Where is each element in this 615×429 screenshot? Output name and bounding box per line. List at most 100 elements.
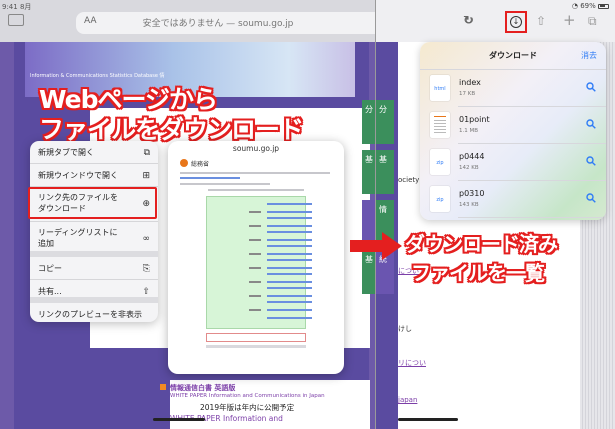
- downloads-header: ダウンロード 消去: [420, 42, 606, 70]
- preview-url: soumu.go.jp: [232, 144, 280, 153]
- link-context-menu: 新規タブで開く ⧉ 新規ウインドウで開く ⊞ リンク先のファイルを ダウンロード…: [30, 141, 158, 322]
- file-ext: html: [434, 86, 446, 92]
- status-time: 9:41 8月: [2, 3, 32, 11]
- pdf-line: [434, 116, 446, 117]
- new-tab-plus-icon[interactable]: +: [563, 11, 576, 29]
- side-tab[interactable]: 基: [362, 150, 376, 194]
- webpage-side-tabs: 分 基 情 統: [376, 100, 394, 294]
- file-name: p0310: [459, 189, 485, 198]
- preview-row: [267, 287, 312, 289]
- menu-item-label: 追加: [38, 239, 54, 248]
- download-item[interactable]: zip p0444 142 KB: [420, 144, 606, 181]
- menu-item-share[interactable]: 共有... ⇧: [30, 280, 158, 303]
- preview-row: [267, 203, 312, 205]
- preview-line: [208, 189, 304, 191]
- download-item[interactable]: 01point 1.1 MB: [420, 107, 606, 144]
- address-text: 安全ではありません — soumu.go.jp: [142, 19, 294, 29]
- menu-item-label: コピー: [38, 264, 62, 273]
- preview-row: [267, 273, 312, 275]
- preview-line: [180, 183, 270, 185]
- link-preview-card[interactable]: soumu.go.jp 総務省: [168, 141, 344, 374]
- side-tab[interactable]: 基: [376, 150, 394, 194]
- right-panel: 分 基 情 統 ociety について けし リについ japan ◔ 69% …: [376, 0, 615, 429]
- clear-button[interactable]: 消去: [581, 50, 597, 61]
- magnifier-icon[interactable]: [586, 82, 596, 92]
- preview-row: [249, 253, 261, 255]
- menu-item-hide-link-preview[interactable]: リンクのプレビューを非表示: [30, 303, 158, 322]
- preview-row: [267, 225, 312, 227]
- downloads-popover: ダウンロード 消去 html index 17 KB 01point 1.1 M…: [420, 42, 606, 220]
- preview-row: [249, 239, 261, 241]
- download-item[interactable]: html index 17 KB: [420, 70, 606, 107]
- magnifier-icon[interactable]: [586, 119, 596, 129]
- preview-table: [206, 196, 312, 329]
- file-size: 1.1 MB: [459, 128, 479, 134]
- preview-row: [267, 309, 312, 311]
- share-icon[interactable]: ⇧: [536, 14, 546, 28]
- right-headline-line1: ダウンロード済み: [405, 232, 558, 256]
- page-text: けし: [398, 325, 412, 333]
- side-tab[interactable]: 分: [362, 100, 376, 144]
- webpage-side-tabs: 分 基 基: [362, 100, 376, 294]
- pdf-line: [434, 120, 446, 121]
- menu-item-label: リンクのプレビューを非表示: [38, 310, 142, 319]
- safari-toolbar: 9:41 8月 AA 安全ではありません — soumu.go.jp: [0, 0, 376, 42]
- home-indicator: [153, 418, 205, 421]
- menu-item-copy[interactable]: コピー ⎘: [30, 257, 158, 280]
- preview-row: [267, 231, 312, 233]
- menu-item-open-new-tab[interactable]: 新規タブで開く ⧉: [30, 141, 158, 164]
- preview-row: [267, 245, 312, 247]
- menu-item-add-reading-list[interactable]: リーディングリストに 追加 ∞: [30, 222, 158, 257]
- preview-row: [267, 267, 312, 269]
- side-tab[interactable]: 分: [376, 100, 394, 144]
- soumu-logo-icon: [180, 159, 188, 167]
- preview-row: [267, 239, 312, 241]
- preview-row: [267, 211, 312, 213]
- file-ext: zip: [436, 160, 444, 166]
- battery-icon: [598, 3, 609, 9]
- zip-file-icon: zip: [430, 186, 450, 212]
- file-size: 143 KB: [459, 202, 479, 208]
- webpage-header-text: Information & Communications Statistics …: [30, 73, 165, 79]
- download-icon: ↓: [510, 16, 522, 28]
- new-tab-icon: ⧉: [143, 148, 150, 158]
- status-bar: ◔ 69%: [572, 2, 609, 10]
- preview-row: [249, 295, 261, 297]
- downloads-button[interactable]: ↓: [505, 11, 527, 33]
- white-paper-note: 2019年版は年内に公開予定: [200, 403, 295, 412]
- file-size: 17 KB: [459, 91, 476, 97]
- reload-icon[interactable]: ↻: [463, 13, 473, 27]
- preview-row: [249, 225, 261, 227]
- menu-item-label: 新規タブで開く: [38, 148, 94, 157]
- page-link[interactable]: リについ: [398, 358, 426, 368]
- glasses-icon: ∞: [142, 234, 151, 244]
- preview-row: [249, 281, 261, 283]
- magnifier-icon[interactable]: [586, 156, 596, 166]
- preview-line: [180, 177, 240, 179]
- preview-row: [267, 281, 312, 283]
- menu-item-open-new-window[interactable]: 新規ウインドウで開く ⊞: [30, 164, 158, 187]
- red-arrow-icon: [350, 232, 402, 260]
- preview-row: [267, 317, 312, 319]
- white-paper-link[interactable]: 情報通信白書 英語版: [170, 383, 370, 393]
- preview-footer-bar: [206, 345, 306, 348]
- pdf-line: [434, 129, 446, 130]
- tabs-overview-icon[interactable]: ⧉: [588, 14, 597, 29]
- preview-footer-box: [206, 333, 306, 342]
- pdf-thumbnail-icon: [430, 112, 450, 138]
- menu-item-label: リーディングリストに: [38, 228, 118, 237]
- page-link[interactable]: japan: [398, 396, 417, 404]
- preview-row: [267, 295, 312, 297]
- copy-icon: ⎘: [142, 264, 150, 274]
- screenshot-root: Information & Communications Statistics …: [0, 0, 615, 429]
- safari-toolbar: ◔ 69% ↻ ↓ ⇧ + ⧉: [376, 0, 615, 42]
- downloads-title: ダウンロード: [489, 51, 537, 60]
- preview-row: [249, 267, 261, 269]
- preview-line: [180, 172, 330, 174]
- share-icon: ⇧: [142, 287, 150, 297]
- menu-item-label: 新規ウインドウで開く: [38, 171, 118, 180]
- magnifier-icon[interactable]: [586, 193, 596, 203]
- download-item[interactable]: zip p0310 143 KB: [420, 181, 606, 218]
- wifi-icon: ◔: [571, 2, 578, 10]
- file-name: p0444: [459, 152, 485, 161]
